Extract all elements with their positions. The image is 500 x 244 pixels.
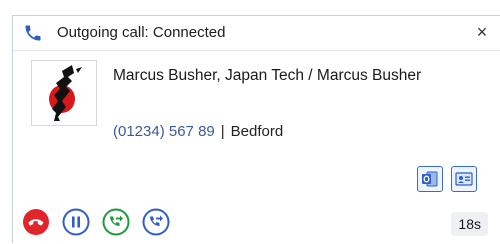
outlook-button[interactable] (417, 166, 443, 192)
separator: | (220, 123, 225, 140)
transfer-button[interactable] (101, 207, 131, 237)
call-controls: 18s (13, 204, 500, 244)
call-window: Outgoing call: Connected × Marcus Busher… (12, 15, 500, 244)
contact-card: Marcus Busher, Japan Tech / Marcus Bushe… (13, 50, 500, 206)
close-icon: × (476, 22, 488, 42)
contact-avatar (31, 60, 97, 126)
forward-button[interactable] (141, 207, 171, 237)
close-button[interactable]: × (470, 20, 494, 44)
hangup-icon (23, 209, 49, 235)
contact-card-button[interactable] (451, 166, 477, 192)
phone-icon (25, 25, 41, 41)
pause-icon (62, 208, 90, 236)
contact-details: (01234) 567 89 | Bedford (113, 123, 283, 140)
hangup-button[interactable] (21, 207, 51, 237)
outlook-icon (422, 171, 438, 187)
contact-card-icon (455, 172, 473, 186)
phone-number[interactable]: (01234) 567 89 (113, 123, 215, 140)
window-title: Outgoing call: Connected (57, 24, 226, 41)
hold-button[interactable] (61, 207, 91, 237)
title-bar: Outgoing call: Connected × (13, 16, 500, 50)
transfer-icon (102, 208, 130, 236)
contact-city: Bedford (230, 123, 284, 140)
company-logo (49, 65, 82, 121)
call-timer: 18s (451, 212, 488, 236)
forward-icon (142, 208, 170, 236)
contact-name: Marcus Busher, Japan Tech / Marcus Bushe… (113, 67, 422, 84)
